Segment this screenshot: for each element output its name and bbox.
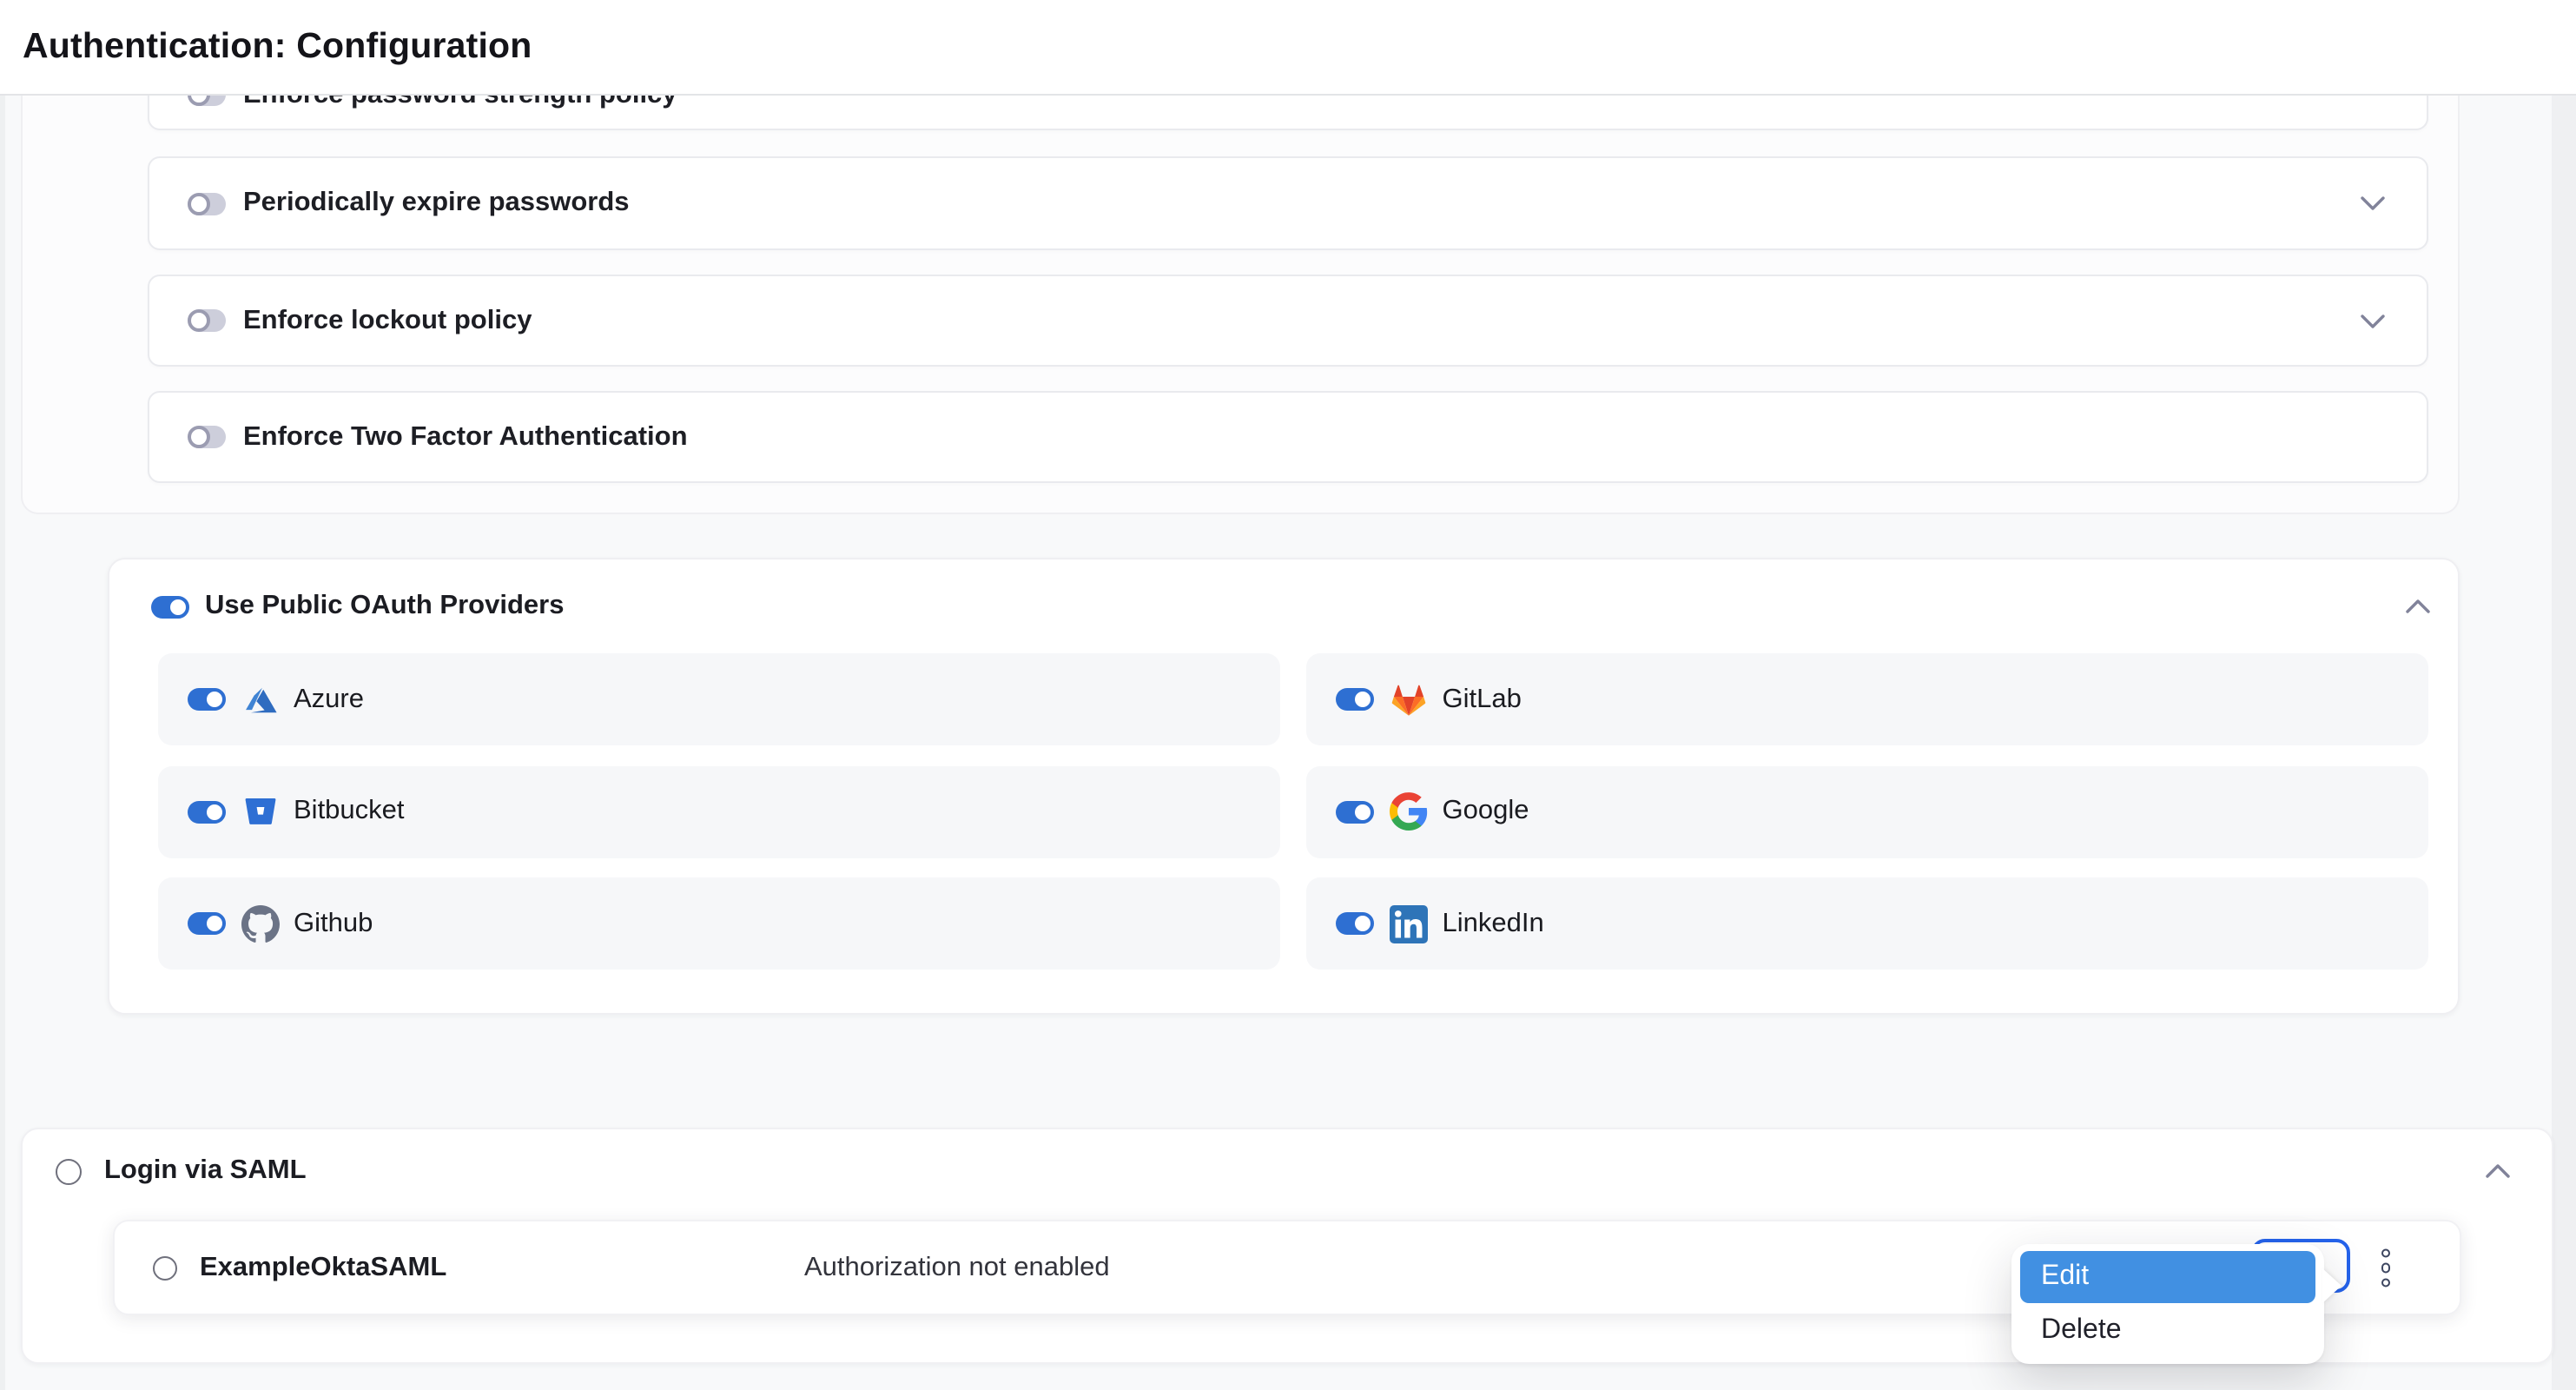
google-icon (1390, 792, 1429, 831)
context-menu: Edit Delete (2011, 1244, 2324, 1364)
saml-provider-radio[interactable] (153, 1255, 177, 1280)
toggle-google[interactable] (1337, 800, 1373, 823)
saml-section-label: Login via SAML (104, 1155, 307, 1187)
toggle-gitlab[interactable] (1337, 688, 1373, 711)
saml-provider-name: ExampleOktaSAML (200, 1252, 446, 1283)
left-page-edge (0, 96, 5, 1390)
provider-row-azure[interactable]: Azure (158, 653, 1280, 745)
toggle-knob (1352, 688, 1375, 711)
oauth-providers-card: Use Public OAuth Providers Azure (108, 558, 2460, 1015)
toggle-azure[interactable] (188, 688, 224, 711)
menu-item-delete[interactable]: Delete (2020, 1305, 2315, 1355)
toggle-lockout-policy[interactable] (189, 309, 226, 332)
chevron-up-icon[interactable] (2406, 599, 2430, 613)
oauth-provider-grid: Azure GitLab (158, 653, 2428, 970)
toggle-two-factor[interactable] (189, 426, 226, 448)
toggle-knob (167, 595, 189, 618)
setting-row-expire-passwords[interactable]: Periodically expire passwords (148, 156, 2428, 250)
toggle-knob (203, 800, 226, 823)
saml-provider-status: Authorization not enabled (804, 1252, 1110, 1283)
oauth-section-label: Use Public OAuth Providers (205, 591, 564, 622)
toggle-knob (188, 96, 210, 106)
kebab-menu-icon[interactable] (2381, 1248, 2390, 1287)
linkedin-icon (1390, 904, 1429, 943)
setting-row-password-strength[interactable]: Enforce password strength policy (148, 96, 2428, 130)
toggle-github[interactable] (188, 912, 224, 935)
chevron-up-icon[interactable] (2486, 1164, 2510, 1178)
saml-card-header[interactable]: Login via SAML (23, 1129, 2552, 1213)
oauth-card-header[interactable]: Use Public OAuth Providers (109, 559, 2458, 653)
authentication-configuration-page: Enforce password strength policy Periodi… (0, 0, 2576, 1390)
saml-radio[interactable] (56, 1158, 82, 1184)
setting-row-lockout-policy[interactable]: Enforce lockout policy (148, 275, 2428, 367)
page-title: Authentication: Configuration (23, 26, 532, 68)
provider-label: Google (1443, 796, 1529, 827)
provider-label: GitLab (1443, 684, 1522, 715)
toggle-linkedin[interactable] (1337, 912, 1373, 935)
toggle-bitbucket[interactable] (188, 800, 224, 823)
menu-item-edit[interactable]: Edit (2020, 1251, 2315, 1303)
bitbucket-icon (241, 792, 280, 831)
setting-label: Enforce password strength policy (243, 96, 677, 110)
provider-label: Github (294, 908, 373, 939)
toggle-knob (203, 912, 226, 935)
provider-row-github[interactable]: Github (158, 877, 1280, 970)
provider-row-linkedin[interactable]: LinkedIn (1307, 877, 2429, 970)
toggle-knob (188, 309, 210, 332)
toggle-knob (203, 688, 226, 711)
toggle-knob (1352, 800, 1375, 823)
provider-row-google[interactable]: Google (1307, 765, 2429, 857)
gitlab-icon (1390, 680, 1429, 718)
chevron-down-icon[interactable] (2361, 314, 2385, 328)
provider-label: Bitbucket (294, 796, 405, 827)
github-icon (241, 904, 280, 943)
provider-row-bitbucket[interactable]: Bitbucket (158, 765, 1280, 857)
toggle-password-strength[interactable] (189, 96, 226, 106)
page-header: Authentication: Configuration (0, 0, 2576, 96)
setting-label: Enforce Two Factor Authentication (243, 421, 688, 453)
setting-label: Enforce lockout policy (243, 305, 532, 336)
azure-icon (241, 680, 280, 718)
password-settings-card: Enforce password strength policy Periodi… (21, 96, 2460, 514)
provider-row-gitlab[interactable]: GitLab (1307, 653, 2429, 745)
setting-row-two-factor[interactable]: Enforce Two Factor Authentication (148, 391, 2428, 483)
toggle-knob (1352, 912, 1375, 935)
provider-label: Azure (294, 684, 364, 715)
toggle-knob (188, 192, 210, 215)
context-menu-arrow (2322, 1268, 2342, 1303)
toggle-use-public-oauth[interactable] (151, 595, 188, 618)
setting-label: Periodically expire passwords (243, 188, 630, 219)
chevron-down-icon[interactable] (2361, 196, 2385, 210)
scrollbar-gutter[interactable] (2552, 96, 2576, 1390)
toggle-expire-passwords[interactable] (189, 192, 226, 215)
toggle-knob (188, 426, 210, 448)
provider-label: LinkedIn (1443, 908, 1544, 939)
